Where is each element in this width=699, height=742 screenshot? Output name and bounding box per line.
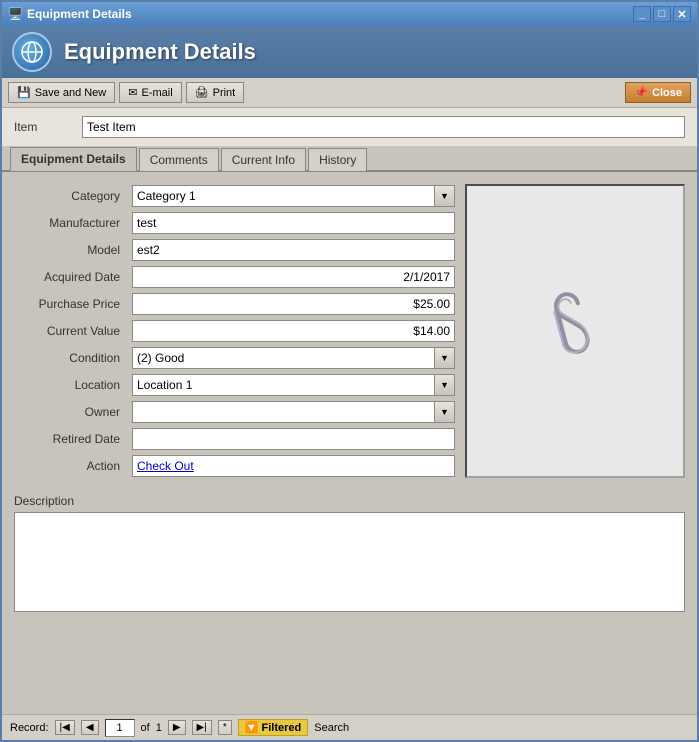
model-row: Model — [14, 238, 455, 262]
print-icon: 🖨 — [195, 86, 209, 99]
tab-equipment-details[interactable]: Equipment Details — [10, 147, 137, 171]
owner-dropdown-btn[interactable]: ▼ — [434, 402, 454, 422]
email-icon: ✉ — [128, 86, 137, 99]
condition-dropdown-btn[interactable]: ▼ — [434, 348, 454, 368]
owner-row: Owner ▼ — [14, 400, 455, 424]
acquired-date-input[interactable] — [132, 266, 455, 288]
owner-dropdown[interactable]: ▼ — [132, 401, 455, 423]
image-panel — [465, 184, 685, 478]
location-dropdown[interactable]: ▼ — [132, 374, 455, 396]
item-row: Item — [2, 108, 697, 146]
current-record-input[interactable] — [105, 719, 135, 737]
main-window: 🖥️ Equipment Details _ □ ✕ Equipment Det… — [0, 0, 699, 742]
title-bar-left: 🖥️ Equipment Details — [8, 7, 132, 21]
close-window-button[interactable]: ✕ — [673, 6, 691, 22]
tab-comments[interactable]: Comments — [139, 148, 219, 171]
fields-column: Category ▼ Manufacturer Model — [14, 184, 455, 478]
main-content: Category ▼ Manufacturer Model — [2, 172, 697, 714]
filtered-badge[interactable]: 🔽 Filtered — [238, 719, 309, 736]
window-title: Equipment Details — [27, 7, 132, 21]
condition-dropdown[interactable]: ▼ — [132, 347, 455, 369]
condition-label: Condition — [14, 351, 124, 365]
current-value-label: Current Value — [14, 324, 124, 338]
nav-last-button[interactable]: ▶| — [192, 720, 212, 735]
condition-row: Condition ▼ — [14, 346, 455, 370]
location-row: Location ▼ — [14, 373, 455, 397]
tab-current-info[interactable]: Current Info — [221, 148, 306, 171]
manufacturer-input[interactable] — [132, 212, 455, 234]
print-button[interactable]: 🖨 Print — [186, 82, 245, 103]
action-field: Check Out — [132, 455, 455, 477]
purchase-price-row: Purchase Price — [14, 292, 455, 316]
globe-icon — [20, 40, 44, 64]
owner-label: Owner — [14, 405, 124, 419]
record-total: 1 — [156, 722, 162, 734]
item-label: Item — [14, 120, 74, 134]
item-input[interactable] — [82, 116, 685, 138]
manufacturer-row: Manufacturer — [14, 211, 455, 235]
description-section: Description — [14, 494, 685, 615]
category-row: Category ▼ — [14, 184, 455, 208]
condition-input[interactable] — [133, 348, 434, 368]
tab-history[interactable]: History — [308, 148, 367, 171]
status-bar: Record: |◀ ◀ of 1 ▶ ▶| * 🔽 Filtered Sear… — [2, 714, 697, 740]
search-label: Search — [314, 722, 349, 734]
paperclip-icon — [539, 280, 611, 382]
header-bar: Equipment Details — [2, 26, 697, 78]
retired-date-label: Retired Date — [14, 432, 124, 446]
record-of-label: of — [141, 722, 150, 734]
acquired-date-label: Acquired Date — [14, 270, 124, 284]
close-button[interactable]: 📌 Close — [625, 82, 691, 103]
category-dropdown[interactable]: ▼ — [132, 185, 455, 207]
location-dropdown-btn[interactable]: ▼ — [434, 375, 454, 395]
retired-date-input[interactable] — [132, 428, 455, 450]
paperclip-svg — [539, 280, 608, 370]
save-new-button[interactable]: 💾 Save and New — [8, 82, 115, 103]
tabs-container: Equipment Details Comments Current Info … — [2, 146, 697, 172]
current-value-row: Current Value — [14, 319, 455, 343]
retired-date-row: Retired Date — [14, 427, 455, 451]
action-label: Action — [14, 459, 124, 473]
category-dropdown-btn[interactable]: ▼ — [434, 186, 454, 206]
app-icon — [12, 32, 52, 72]
save-icon: 💾 — [17, 86, 31, 99]
category-label: Category — [14, 189, 124, 203]
location-input[interactable] — [133, 375, 434, 395]
description-textarea[interactable] — [14, 512, 685, 612]
model-label: Model — [14, 243, 124, 257]
title-bar-controls[interactable]: _ □ ✕ — [633, 6, 691, 22]
current-value-input[interactable] — [132, 320, 455, 342]
title-bar: 🖥️ Equipment Details _ □ ✕ — [2, 2, 697, 26]
owner-input[interactable] — [133, 402, 434, 422]
nav-next-button[interactable]: ▶ — [168, 720, 186, 735]
nav-prev-button[interactable]: ◀ — [81, 720, 99, 735]
fields-and-image: Category ▼ Manufacturer Model — [14, 184, 685, 478]
toolbar: 💾 Save and New ✉ E-mail 🖨 Print 📌 Close — [2, 78, 697, 108]
model-input[interactable] — [132, 239, 455, 261]
record-label: Record: — [10, 722, 49, 734]
close-icon: 📌 — [634, 86, 648, 99]
purchase-price-input[interactable] — [132, 293, 455, 315]
maximize-button[interactable]: □ — [653, 6, 671, 22]
manufacturer-label: Manufacturer — [14, 216, 124, 230]
location-label: Location — [14, 378, 124, 392]
window-icon: 🖥️ — [8, 7, 23, 21]
page-title: Equipment Details — [64, 39, 256, 65]
email-button[interactable]: ✉ E-mail — [119, 82, 181, 103]
minimize-button[interactable]: _ — [633, 6, 651, 22]
filter-icon: 🔽 — [245, 722, 259, 734]
nav-new-button[interactable]: * — [218, 720, 232, 735]
nav-first-button[interactable]: |◀ — [55, 720, 75, 735]
description-label: Description — [14, 494, 685, 508]
check-out-link[interactable]: Check Out — [137, 459, 194, 473]
acquired-date-row: Acquired Date — [14, 265, 455, 289]
category-input[interactable] — [133, 186, 434, 206]
purchase-price-label: Purchase Price — [14, 297, 124, 311]
action-row: Action Check Out — [14, 454, 455, 478]
